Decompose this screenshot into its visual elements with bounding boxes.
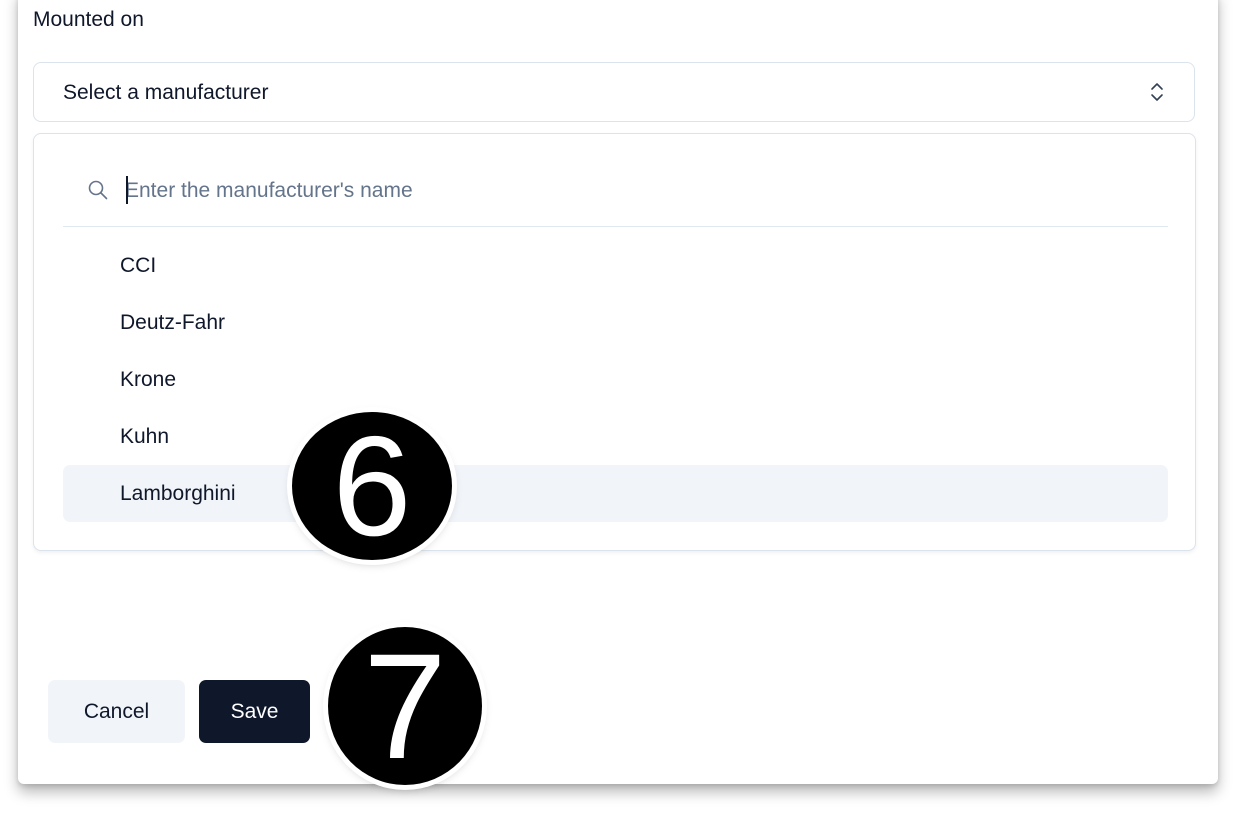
manufacturer-search-input[interactable] [125,174,1025,208]
option-krone[interactable]: Krone [63,351,1168,408]
cancel-button[interactable]: Cancel [48,680,185,743]
manufacturer-dropdown: CCI Deutz-Fahr Krone Kuhn Lamborghini [33,133,1196,551]
option-deutz-fahr[interactable]: Deutz-Fahr [63,294,1168,351]
manufacturer-select[interactable]: Select a manufacturer [33,62,1195,122]
save-button[interactable]: Save [199,680,310,743]
option-lamborghini[interactable]: Lamborghini [63,465,1168,522]
chevron-up-down-icon [1151,83,1163,101]
search-row [63,164,1168,227]
step-7-badge: 7 [328,627,482,785]
select-placeholder: Select a manufacturer [63,81,269,104]
search-icon [88,180,108,200]
field-label-mounted-on: Mounted on [33,8,144,31]
step-6-badge: 6 [292,412,452,562]
option-kuhn[interactable]: Kuhn [63,408,1168,465]
option-cci[interactable]: CCI [63,237,1168,294]
text-caret [126,176,128,204]
manufacturer-options: CCI Deutz-Fahr Krone Kuhn Lamborghini [63,237,1168,522]
dialog-card: Mounted on Select a manufacturer CCI Deu… [18,0,1218,784]
